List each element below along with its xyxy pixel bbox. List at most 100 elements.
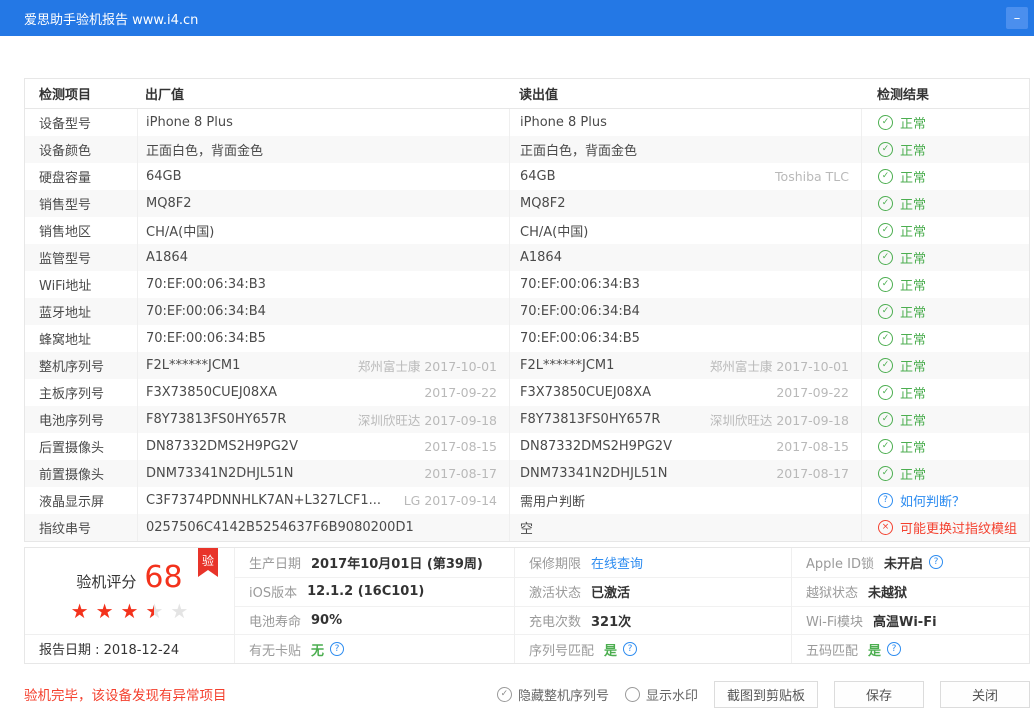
table-row: 液晶显示屏C3F7374PDNNHLK7AN+L327LCF1...LG 201… [25, 487, 1029, 514]
star-icon: ★ [71, 601, 89, 621]
help-question-icon[interactable]: ? [623, 642, 637, 656]
summary-item-value: 未越狱 [868, 582, 907, 601]
factory-note: 2017-08-15 [424, 439, 509, 454]
help-question-icon[interactable]: ? [330, 642, 344, 656]
read-value: 64GB [520, 169, 556, 184]
ok-check-icon: ✓ [878, 385, 893, 400]
minimize-button[interactable]: – [1006, 7, 1028, 29]
summary-column-3: Apple ID锁未开启?越狱状态未越狱Wi-Fi模块高温Wi-Fi五码匹配是? [791, 548, 1029, 663]
read-value: 需用户判断 [520, 491, 585, 510]
ok-check-icon: ✓ [878, 142, 893, 157]
read-value-cell: 正面白色，背面金色 [509, 136, 861, 163]
star-rating: ★★★★★★ [71, 601, 189, 621]
factory-value: 70:EF:00:06:34:B3 [146, 277, 266, 292]
result-label: 正常 [900, 194, 926, 213]
item-label: 前置摄像头 [25, 464, 137, 483]
read-value: A1864 [520, 250, 562, 265]
summary-item: 序列号匹配是? [515, 634, 791, 663]
online-query-link[interactable]: 在线查询 [591, 553, 643, 572]
result-cell[interactable]: ?如何判断？ [861, 487, 1029, 514]
read-value-cell: 空 [509, 514, 861, 541]
save-button[interactable]: 保存 [834, 681, 924, 708]
read-value-cell: iPhone 8 Plus [509, 109, 861, 136]
screenshot-clipboard-button[interactable]: 截图到剪贴板 [714, 681, 818, 708]
read-value: DNM73341N2DHJL51N [520, 466, 667, 481]
read-value-cell: DN87332DMS2H9PG2V2017-08-15 [509, 433, 861, 460]
close-button[interactable]: 关闭 [940, 681, 1030, 708]
summary-item-value: 是 [868, 640, 881, 659]
read-value: CH/A(中国) [520, 221, 588, 240]
summary-item: 五码匹配是? [792, 634, 1029, 663]
read-value-cell: 需用户判断 [509, 487, 861, 514]
summary-item-label: 充电次数 [529, 611, 581, 630]
summary-item: iOS版本12.1.2 (16C101) [235, 577, 514, 606]
item-label: 设备颜色 [25, 140, 137, 159]
summary-item-value: 90% [311, 613, 342, 628]
factory-value-cell: C3F7374PDNNHLK7AN+L327LCF1...LG 2017-09-… [137, 487, 509, 514]
result-cell: ✓正常 [861, 163, 1029, 190]
table-row: 主板序列号F3X73850CUEJ08XA2017-09-22F3X73850C… [25, 379, 1029, 406]
read-value-cell: CH/A(中国) [509, 217, 861, 244]
ok-check-icon: ✓ [878, 277, 893, 292]
factory-value-cell: F8Y73813FS0HY657R深圳欣旺达 2017-09-18 [137, 406, 509, 433]
table-row: 指纹串号0257506C4142B5254637F6B9080200D1空×可能… [25, 514, 1029, 541]
read-value: F8Y73813FS0HY657R [520, 412, 660, 427]
help-question-icon[interactable]: ? [887, 642, 901, 656]
table-row: WiFi地址 70:EF:00:06:34:B3 70:EF:00:06:34:B3… [25, 271, 1029, 298]
summary-item-label: 越狱状态 [806, 582, 858, 601]
item-label: 销售型号 [25, 194, 137, 213]
summary-item-value: 未开启 [884, 553, 923, 572]
factory-value: DNM73341N2DHJL51N [146, 466, 293, 481]
item-label: 整机序列号 [25, 356, 137, 375]
ok-check-icon: ✓ [878, 358, 893, 373]
summary-item-value: 是 [604, 640, 617, 659]
result-cell: ✓正常 [861, 109, 1029, 136]
ok-check-icon: ✓ [878, 466, 893, 481]
ok-check-icon: ✓ [878, 196, 893, 211]
titlebar: 爱思助手验机报告 www.i4.cn – [0, 0, 1034, 36]
read-value: 70:EF:00:06:34:B3 [520, 277, 640, 292]
result-cell: ✓ 正常 [861, 298, 1029, 325]
read-note: 2017-08-17 [776, 466, 861, 481]
table-row: 前置摄像头DNM73341N2DHJL51N2017-08-17DNM73341… [25, 460, 1029, 487]
read-note: 2017-08-15 [776, 439, 861, 454]
factory-value: iPhone 8 Plus [146, 115, 233, 130]
table-row: 后置摄像头DN87332DMS2H9PG2V2017-08-15DN87332D… [25, 433, 1029, 460]
hide-serial-label: 隐藏整机序列号 [518, 685, 609, 704]
ok-check-icon: ✓ [878, 169, 893, 184]
result-cell: ✓正常 [861, 217, 1029, 244]
summary-item-label: 有无卡贴 [249, 640, 301, 659]
summary-item: Apple ID锁未开启? [792, 548, 1029, 577]
result-label: 正常 [900, 248, 926, 267]
factory-value-cell: 正面白色，背面金色 [137, 136, 509, 163]
ok-check-icon: ✓ [878, 304, 893, 319]
table-row: 设备颜色正面白色，背面金色正面白色，背面金色✓正常 [25, 136, 1029, 163]
summary-item-label: iOS版本 [249, 582, 297, 601]
result-label: 可能更换过指纹模组 [900, 518, 1017, 537]
read-value: 70:EF:00:06:34:B4 [520, 304, 640, 319]
read-value: 70:EF:00:06:34:B5 [520, 331, 640, 346]
summary-item-label: 电池寿命 [249, 611, 301, 630]
result-label: 正常 [900, 302, 926, 321]
read-note: 2017-09-22 [776, 385, 861, 400]
result-cell: ✓ 正常 [861, 190, 1029, 217]
ok-check-icon: ✓ [878, 250, 893, 265]
result-label: 正常 [900, 113, 926, 132]
factory-note: 2017-09-22 [424, 385, 509, 400]
factory-value: 70:EF:00:06:34:B4 [146, 304, 266, 319]
hide-serial-checkbox[interactable]: ✓ 隐藏整机序列号 [497, 685, 609, 704]
report-window: 爱思助手验机报告 www.i4.cn – 检测项目 出厂值 读出值 检测结果 设… [0, 0, 1034, 708]
factory-value-cell: DNM73341N2DHJL51N2017-08-17 [137, 460, 509, 487]
help-question-icon[interactable]: ? [929, 555, 943, 569]
question-icon: ? [878, 493, 893, 508]
read-value-cell: 70:EF:00:06:34:B5 [509, 325, 861, 352]
factory-value: CH/A(中国) [146, 221, 214, 240]
show-watermark-radio[interactable]: 显示水印 [625, 685, 698, 704]
factory-value: F8Y73813FS0HY657R [146, 412, 286, 427]
result-label: 正常 [900, 437, 926, 456]
item-label: 主板序列号 [25, 383, 137, 402]
item-label: WiFi地址 [25, 275, 137, 294]
star-icon: ★★ [145, 601, 163, 621]
factory-value: DN87332DMS2H9PG2V [146, 439, 298, 454]
summary-item-label: 保修期限 [529, 553, 581, 572]
